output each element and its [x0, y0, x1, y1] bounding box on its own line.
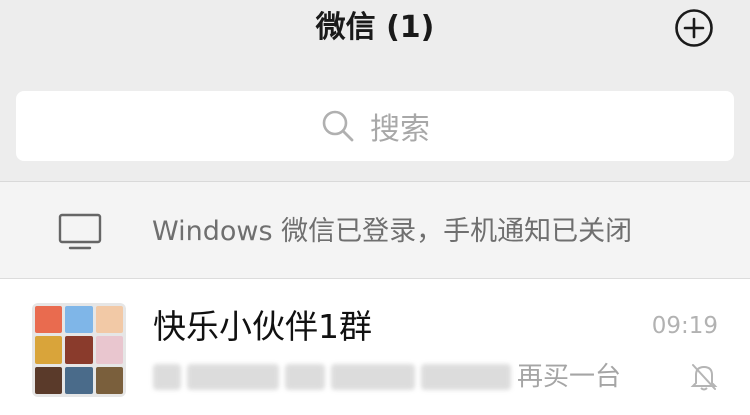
- plus-circle-icon: [675, 9, 713, 47]
- top-bar: 微信 (1): [0, 0, 750, 78]
- pc-login-text: Windows 微信已登录，手机通知已关闭: [152, 216, 633, 247]
- blur-block: [153, 364, 181, 390]
- group-avatar: [32, 303, 126, 397]
- avatar-tile: [35, 336, 63, 364]
- avatar-tile: [95, 306, 123, 334]
- chat-time: 09:19: [651, 313, 718, 339]
- monitor-icon: [58, 213, 102, 250]
- search-icon: [322, 110, 354, 142]
- search-placeholder: 搜索: [370, 112, 430, 147]
- pc-login-banner[interactable]: Windows 微信已登录，手机通知已关闭: [0, 182, 750, 278]
- page-title: 微信 (1): [315, 10, 435, 45]
- blur-block: [285, 364, 325, 390]
- avatar-tile: [35, 366, 63, 394]
- blur-block: [421, 364, 511, 390]
- bell-off-icon: [690, 364, 718, 391]
- avatar-tile: [65, 306, 93, 334]
- chat-list-item[interactable]: 快乐小伙伴1群 09:19 再买一台: [0, 279, 750, 415]
- avatar-tile: [95, 366, 123, 394]
- add-button[interactable]: [674, 8, 714, 48]
- chat-preview: 再买一台: [517, 362, 622, 392]
- chat-name: 快乐小伙伴1群: [153, 307, 372, 346]
- blurred-preview: [153, 362, 511, 392]
- search-input[interactable]: 搜索: [16, 91, 734, 161]
- avatar-tile: [35, 306, 63, 334]
- blur-block: [331, 364, 415, 390]
- avatar-tile: [95, 336, 123, 364]
- avatar-tile: [65, 336, 93, 364]
- blur-block: [187, 364, 279, 390]
- avatar-tile: [65, 366, 93, 394]
